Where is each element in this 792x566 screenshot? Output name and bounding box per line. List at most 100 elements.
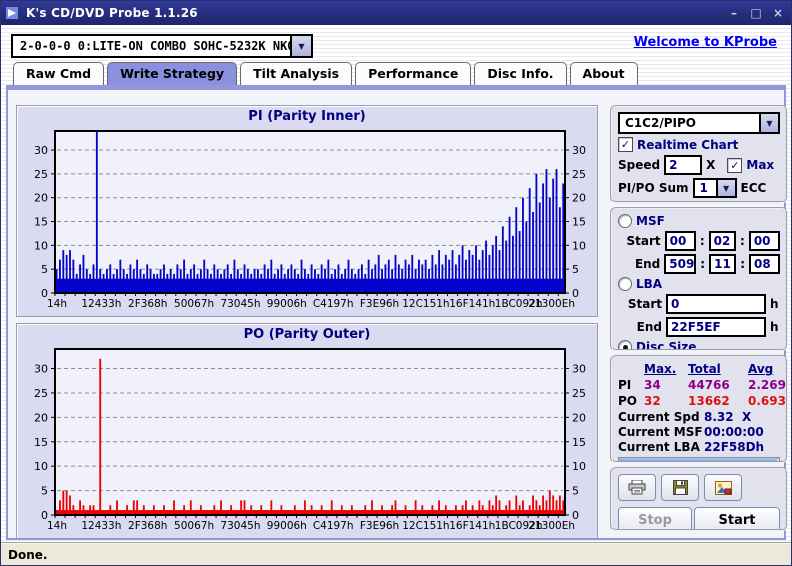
svg-text:25: 25: [572, 387, 586, 400]
progress-bar: 99%: [618, 457, 780, 461]
svg-text:10: 10: [572, 460, 586, 473]
mode-select-value: C1C2/PIPO: [625, 116, 696, 130]
current-msf-value: 00:00:00: [704, 425, 764, 439]
svg-text:12433h: 12433h: [81, 520, 121, 532]
realtime-chart-checkbox[interactable]: ✓: [618, 137, 633, 152]
svg-text:30: 30: [572, 144, 586, 157]
lba-start-input[interactable]: 0: [666, 294, 766, 314]
svg-text:99006h: 99006h: [267, 298, 307, 310]
maximize-button[interactable]: □: [747, 6, 765, 20]
lba-end-unit: h: [770, 320, 779, 334]
current-speed-label: Current Spd: [618, 410, 700, 424]
svg-text:30: 30: [34, 363, 48, 376]
save-button[interactable]: [661, 474, 699, 501]
pipo-sum-label: PI/PO Sum: [618, 181, 689, 195]
save-image-button[interactable]: [704, 474, 742, 501]
svg-text:15: 15: [572, 216, 586, 229]
chevron-down-icon[interactable]: ▼: [759, 114, 778, 132]
mode-group: C1C2/PIPO ▼ ✓ Realtime Chart Speed 2 X ✓…: [610, 105, 788, 203]
stats-group: Max. Total Avg PI 34 44766 2.269 PO 32 1…: [610, 355, 788, 463]
app-icon: [6, 7, 18, 19]
lba-start-unit: h: [770, 297, 779, 311]
svg-text:25: 25: [572, 168, 586, 181]
print-button[interactable]: [618, 474, 656, 501]
svg-text:20: 20: [572, 192, 586, 205]
msf-end-frame-input[interactable]: 08: [749, 254, 780, 274]
msf-end-label: End: [634, 257, 661, 271]
msf-end-min-input[interactable]: 509: [664, 254, 697, 274]
tab-bar: Raw Cmd Write Strategy Tilt Analysis Per…: [13, 62, 638, 85]
msf-start-frame-input[interactable]: 00: [748, 231, 780, 251]
speed-max-checkbox[interactable]: ✓: [727, 157, 743, 173]
po-chart: 0 05 510 1015 1520 2025 2530 3014h 12433h 2F368h 5…: [34, 348, 586, 532]
svg-text:5: 5: [41, 485, 48, 498]
minimize-button[interactable]: –: [725, 6, 743, 20]
stop-button[interactable]: Stop: [618, 507, 692, 529]
lba-end-input[interactable]: 22F5EF: [666, 317, 766, 337]
tab-tilt-analysis[interactable]: Tilt Analysis: [240, 62, 353, 85]
tab-raw-cmd[interactable]: Raw Cmd: [13, 62, 105, 85]
lba-end-label: End: [636, 320, 662, 334]
stats-row-po-label: PO: [618, 394, 637, 408]
svg-text:5: 5: [572, 263, 579, 276]
svg-text:14h: 14h: [47, 520, 67, 532]
close-button[interactable]: ×: [769, 6, 787, 20]
speed-max-label: Max: [746, 158, 775, 172]
po-max-value: 32: [644, 394, 661, 408]
msf-end-sec-input[interactable]: 11: [709, 254, 737, 274]
msf-start-min-input[interactable]: 00: [664, 231, 696, 251]
svg-text:C4197h: C4197h: [313, 298, 354, 310]
svg-text:21300Eh: 21300Eh: [528, 298, 575, 310]
lba-radio[interactable]: [618, 277, 632, 291]
svg-text:10: 10: [34, 460, 48, 473]
svg-text:12C151h: 12C151h: [402, 298, 449, 310]
pi-avg-value: 2.269: [748, 378, 786, 392]
pi-total-value: 44766: [688, 378, 730, 392]
svg-text:20: 20: [572, 411, 586, 424]
stats-row-pi-label: PI: [618, 378, 632, 392]
svg-text:15: 15: [572, 436, 586, 449]
msf-radio[interactable]: [618, 214, 632, 228]
pi-chart-title: PI (Parity Inner): [248, 109, 366, 124]
chevron-down-icon[interactable]: ▼: [715, 180, 735, 196]
stats-table: Max. Total Avg PI 34 44766 2.269 PO 32 1…: [618, 362, 786, 408]
svg-text:99006h: 99006h: [267, 520, 307, 532]
svg-text:2F368h: 2F368h: [128, 520, 167, 532]
range-group: MSF Start 00: 02: 00 End 509: 11: 08 LBA…: [610, 207, 788, 351]
tab-about[interactable]: About: [569, 62, 638, 85]
svg-text:10: 10: [34, 239, 48, 252]
svg-text:2F368h: 2F368h: [128, 298, 167, 310]
start-button[interactable]: Start: [694, 507, 780, 529]
realtime-chart-label: Realtime Chart: [637, 137, 739, 152]
svg-text:73045h: 73045h: [220, 520, 260, 532]
progress-percent: 99%: [619, 458, 779, 461]
svg-text:5: 5: [41, 263, 48, 276]
tab-disc-info[interactable]: Disc Info.: [474, 62, 567, 85]
pipo-sum-value: 1: [699, 181, 708, 195]
svg-text:73045h: 73045h: [220, 298, 260, 310]
tab-performance[interactable]: Performance: [355, 62, 472, 85]
svg-text:5: 5: [572, 485, 579, 498]
svg-text:50067h: 50067h: [174, 298, 214, 310]
svg-text:16F141h: 16F141h: [449, 520, 495, 532]
chevron-down-icon[interactable]: ▼: [290, 36, 311, 56]
disc-size-radio[interactable]: [618, 340, 632, 349]
mode-select[interactable]: C1C2/PIPO ▼: [618, 112, 780, 134]
speed-unit-label: X: [706, 158, 716, 172]
pi-chart: 0 05 510 1015 1520 2025 2530 3014h 12433h 2F368h 5…: [34, 130, 586, 310]
tab-write-strategy[interactable]: Write Strategy: [107, 62, 238, 85]
drive-select[interactable]: 2-0-0-0 0:LITE-ON COMBO SOHC-5232K NK07 …: [11, 34, 313, 58]
welcome-link[interactable]: Welcome to KProbe: [634, 35, 777, 50]
stats-header-max: Max.: [644, 362, 677, 376]
svg-text:25: 25: [34, 168, 48, 181]
printer-icon: [628, 480, 646, 495]
svg-text:50067h: 50067h: [174, 520, 214, 532]
speed-label: Speed: [618, 158, 661, 172]
pipo-sum-unit-label: ECC: [740, 181, 767, 195]
pipo-sum-select[interactable]: 1 ▼: [692, 178, 737, 198]
stats-header-avg: Avg: [748, 362, 774, 376]
msf-start-sec-input[interactable]: 02: [708, 231, 736, 251]
speed-input[interactable]: 2: [664, 155, 703, 175]
svg-text:21300Eh: 21300Eh: [528, 520, 575, 532]
svg-text:12C151h: 12C151h: [402, 520, 449, 532]
